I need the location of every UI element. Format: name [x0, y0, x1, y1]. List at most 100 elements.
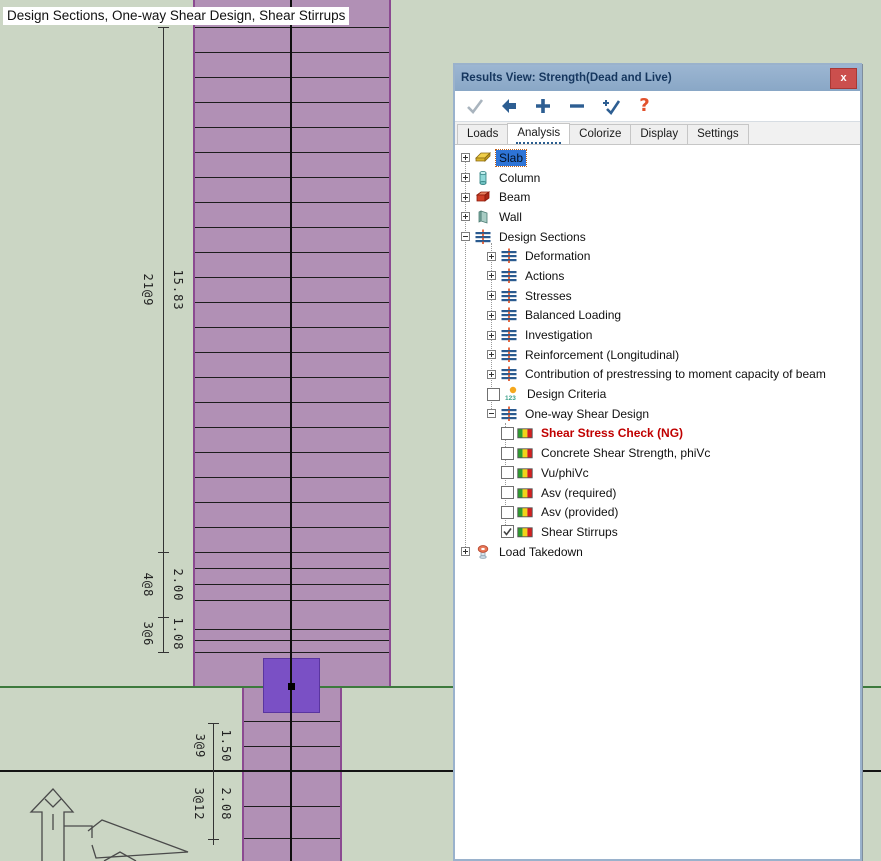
- tree-item-label[interactable]: Wall: [496, 209, 525, 225]
- tab-loads[interactable]: Loads: [457, 124, 508, 144]
- stirrup-line: [195, 102, 389, 103]
- expand-icon[interactable]: [461, 173, 470, 182]
- section-icon: [501, 366, 517, 382]
- tree-item-label[interactable]: Deformation: [522, 248, 593, 264]
- tree-item-one-way-shear-design[interactable]: One-way Shear Design: [455, 404, 860, 424]
- close-icon[interactable]: x: [830, 68, 857, 89]
- scale-icon: [517, 426, 533, 440]
- tree-item-design-criteria[interactable]: 123Design Criteria: [455, 384, 860, 404]
- checkbox-unchecked[interactable]: [487, 388, 500, 401]
- tree-item-shear-stirrups[interactable]: Shear Stirrups: [455, 522, 860, 542]
- stirrup-line: [244, 838, 340, 839]
- expand-icon[interactable]: [461, 547, 470, 556]
- expand-icon[interactable]: [487, 291, 496, 300]
- tree-item-label[interactable]: Shear Stress Check (NG): [538, 425, 686, 441]
- tree-item-label[interactable]: Balanced Loading: [522, 307, 624, 323]
- help-icon[interactable]: ?: [634, 96, 655, 117]
- dim-label-count: 4@8: [141, 573, 155, 598]
- tree-item-label[interactable]: Load Takedown: [496, 544, 586, 560]
- tree-item-label[interactable]: Asv (required): [538, 485, 619, 501]
- dialog-titlebar[interactable]: Results View: Strength(Dead and Live) x: [455, 65, 860, 91]
- tree-item-label[interactable]: Vu/phiVc: [538, 465, 592, 481]
- expand-icon[interactable]: [461, 212, 470, 221]
- apply-check-icon[interactable]: [464, 96, 485, 117]
- stirrup-line: [195, 77, 389, 78]
- expand-icon[interactable]: [487, 271, 496, 280]
- tree-item-concrete-shear-strength-phivc[interactable]: Concrete Shear Strength, phiVc: [455, 443, 860, 463]
- tree-item-shear-stress-check-ng[interactable]: Shear Stress Check (NG): [455, 424, 860, 444]
- dim-tick: [208, 723, 219, 724]
- tree-item-reinforcement-longitudinal[interactable]: Reinforcement (Longitudinal): [455, 345, 860, 365]
- scale-icon: [517, 505, 533, 519]
- stirrup-line: [195, 177, 389, 178]
- stirrup-line: [195, 327, 389, 328]
- tree-item-label[interactable]: One-way Shear Design: [522, 406, 652, 422]
- tree-item-label[interactable]: Contribution of prestressing to moment c…: [522, 366, 829, 382]
- remove-icon[interactable]: [566, 96, 587, 117]
- tree-item-asv-required[interactable]: Asv (required): [455, 483, 860, 503]
- tree-item-label[interactable]: Actions: [522, 268, 567, 284]
- expand-icon[interactable]: [461, 153, 470, 162]
- column-center-node[interactable]: [288, 683, 295, 690]
- tree-item-label[interactable]: Shear Stirrups: [538, 524, 621, 540]
- tree-item-label[interactable]: Slab: [496, 150, 526, 166]
- tree-item-balanced-loading[interactable]: Balanced Loading: [455, 306, 860, 326]
- dim-label-length: 1.08: [171, 618, 185, 651]
- collapse-icon[interactable]: [461, 232, 470, 241]
- tree-item-beam[interactable]: Beam: [455, 187, 860, 207]
- check-all-icon[interactable]: [600, 96, 621, 117]
- expand-icon[interactable]: [487, 252, 496, 261]
- tree-item-label[interactable]: Beam: [496, 189, 533, 205]
- tree-item-contribution-of-prestressing-to-moment-capacity-of-beam[interactable]: Contribution of prestressing to moment c…: [455, 365, 860, 385]
- stirrup-line: [195, 277, 389, 278]
- tab-display[interactable]: Display: [630, 124, 688, 144]
- tree-item-stresses[interactable]: Stresses: [455, 286, 860, 306]
- expand-icon[interactable]: [487, 331, 496, 340]
- tree-item-label[interactable]: Concrete Shear Strength, phiVc: [538, 445, 713, 461]
- checkbox-unchecked[interactable]: [501, 486, 514, 499]
- tree-item-slab[interactable]: Slab: [455, 148, 860, 168]
- tree-item-column[interactable]: Column: [455, 168, 860, 188]
- tree-item-investigation[interactable]: Investigation: [455, 325, 860, 345]
- tree-item-label[interactable]: Asv (provided): [538, 504, 621, 520]
- stirrup-line: [195, 127, 389, 128]
- expand-icon[interactable]: [487, 370, 496, 379]
- checkbox-unchecked[interactable]: [501, 447, 514, 460]
- checkbox-unchecked[interactable]: [501, 506, 514, 519]
- stirrup-line: [244, 806, 340, 807]
- tree-item-actions[interactable]: Actions: [455, 266, 860, 286]
- tab-analysis[interactable]: Analysis: [507, 123, 570, 144]
- tab-colorize[interactable]: Colorize: [569, 124, 631, 144]
- tree-item-design-sections[interactable]: Design Sections: [455, 227, 860, 247]
- tree-item-label[interactable]: Design Criteria: [524, 386, 609, 402]
- tree-item-vu-phivc[interactable]: Vu/phiVc: [455, 463, 860, 483]
- tree-item-label[interactable]: Reinforcement (Longitudinal): [522, 347, 682, 363]
- expand-icon[interactable]: [487, 311, 496, 320]
- tree-item-asv-provided[interactable]: Asv (provided): [455, 502, 860, 522]
- stirrup-line: [195, 52, 389, 53]
- tree-item-deformation[interactable]: Deformation: [455, 246, 860, 266]
- tree-item-load-takedown[interactable]: Load Takedown: [455, 542, 860, 562]
- checkbox-unchecked[interactable]: [501, 427, 514, 440]
- section-icon: [501, 268, 517, 284]
- checkbox-checked[interactable]: [501, 525, 514, 538]
- tree-item-label[interactable]: Design Sections: [496, 229, 589, 245]
- tree-item-label[interactable]: Stresses: [522, 288, 575, 304]
- app-canvas: 21@9 15.83 4@8 2.00 3@6 1.08 3@9 1.50 3@…: [0, 0, 881, 861]
- lower-design-strip[interactable]: [242, 687, 342, 861]
- stirrup-line: [195, 352, 389, 353]
- tree-item-wall[interactable]: Wall: [455, 207, 860, 227]
- stirrup-line: [195, 584, 389, 585]
- section-icon: [501, 347, 517, 363]
- back-arrow-icon[interactable]: [498, 96, 519, 117]
- checkbox-unchecked[interactable]: [501, 466, 514, 479]
- collapse-icon[interactable]: [487, 409, 496, 418]
- tree-item-label[interactable]: Investigation: [522, 327, 595, 343]
- tree-item-label[interactable]: Column: [496, 170, 543, 186]
- tab-settings[interactable]: Settings: [687, 124, 749, 144]
- add-icon[interactable]: [532, 96, 553, 117]
- upper-design-strip[interactable]: [193, 0, 391, 687]
- expand-icon[interactable]: [461, 193, 470, 202]
- stirrup-line: [195, 629, 389, 630]
- expand-icon[interactable]: [487, 350, 496, 359]
